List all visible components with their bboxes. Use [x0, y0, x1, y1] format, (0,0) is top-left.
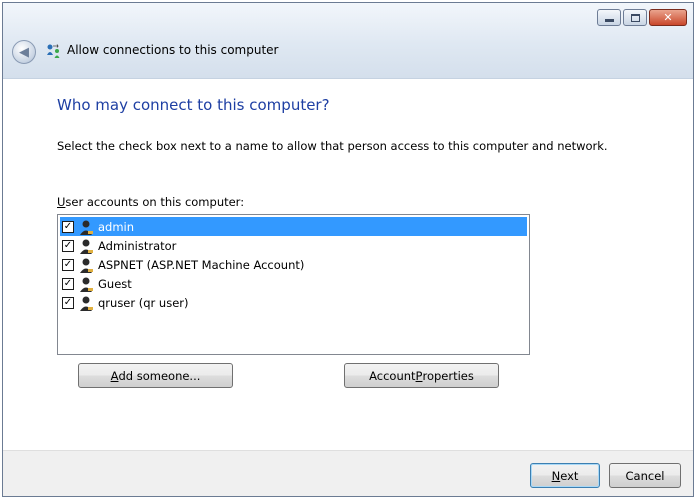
next-label: ext — [560, 468, 579, 483]
cancel-button[interactable]: Cancel — [609, 463, 681, 488]
user-accounts-list[interactable]: ✓ admin ✓ Administrator ✓ ASPNET (ASP.NE… — [57, 214, 530, 355]
account-properties-button[interactable]: Account Properties — [344, 363, 499, 388]
user-account-icon — [80, 220, 93, 235]
page-heading: Who may connect to this computer? — [57, 96, 330, 114]
next-accelerator: N — [551, 468, 561, 483]
list-item[interactable]: ✓ Administrator — [60, 236, 527, 255]
list-item[interactable]: ✓ qruser (qr user) — [60, 293, 527, 312]
user-account-icon — [80, 258, 93, 273]
caption-buttons: ✕ — [595, 9, 687, 26]
user-accounts-label: User accounts on this computer: — [57, 195, 244, 209]
maximize-icon — [624, 10, 646, 25]
title-bar: ✕ ◀ Allow connections to this computer — [3, 3, 693, 79]
add-label: dd someone... — [118, 368, 201, 383]
item-checkbox[interactable]: ✓ — [62, 239, 74, 252]
user-account-icon — [80, 239, 93, 254]
props-label-rest: roperties — [422, 368, 474, 383]
label-text: ser accounts on this computer: — [65, 195, 245, 209]
item-checkbox[interactable]: ✓ — [62, 296, 74, 309]
user-account-icon — [80, 277, 93, 292]
maximize-button[interactable] — [623, 9, 647, 26]
item-label: qruser (qr user) — [98, 295, 189, 310]
close-button[interactable]: ✕ — [649, 9, 687, 26]
list-item[interactable]: ✓ Guest — [60, 274, 527, 293]
back-button[interactable]: ◀ — [12, 40, 36, 64]
next-button[interactable]: Next — [530, 463, 600, 488]
item-label: ASPNET (ASP.NET Machine Account) — [98, 257, 305, 272]
item-checkbox[interactable]: ✓ — [62, 277, 74, 290]
props-label-pre: Account — [369, 368, 416, 383]
item-label: Guest — [98, 276, 132, 291]
list-item[interactable]: ✓ admin — [60, 217, 527, 236]
item-label: Administrator — [98, 238, 177, 253]
item-label: admin — [98, 219, 135, 234]
instructions-text: Select the check box next to a name to a… — [57, 139, 608, 153]
back-arrow-icon: ◀ — [19, 44, 29, 60]
minimize-icon — [598, 10, 620, 25]
item-checkbox[interactable]: ✓ — [62, 258, 74, 271]
list-item[interactable]: ✓ ASPNET (ASP.NET Machine Account) — [60, 255, 527, 274]
user-account-icon — [80, 296, 93, 311]
props-accelerator: P — [415, 368, 423, 383]
item-checkbox[interactable]: ✓ — [62, 220, 74, 233]
minimize-button[interactable] — [597, 9, 621, 26]
network-connection-icon — [47, 44, 60, 58]
close-icon: ✕ — [663, 11, 673, 24]
wizard-window: ✕ ◀ Allow connections to this computer W… — [2, 2, 694, 497]
window-title: Allow connections to this computer — [67, 43, 279, 57]
add-accelerator: A — [110, 368, 119, 383]
add-someone-button[interactable]: Add someone... — [78, 363, 233, 388]
